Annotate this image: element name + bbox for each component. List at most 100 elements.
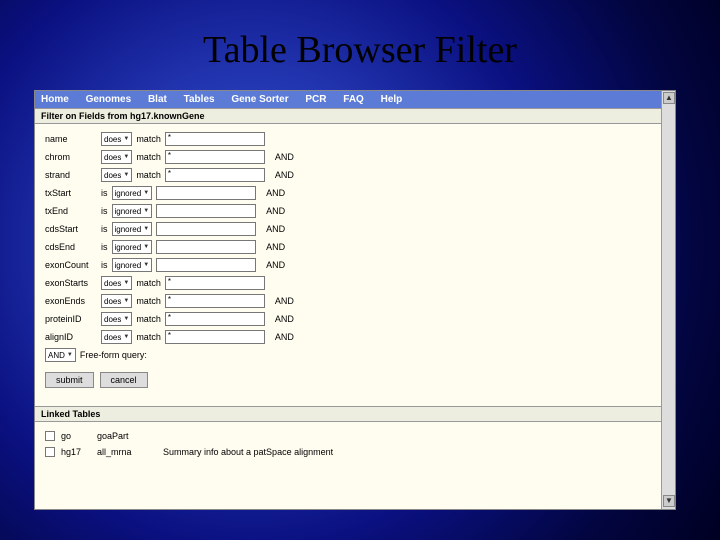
and-label: AND bbox=[266, 242, 285, 252]
chevron-down-icon: ▼ bbox=[123, 172, 129, 178]
and-label: AND bbox=[266, 260, 285, 270]
chevron-down-icon: ▼ bbox=[143, 190, 149, 196]
linked-table: goaPart bbox=[97, 431, 157, 441]
row-txstart: txStart is ignored▼ AND bbox=[45, 184, 651, 202]
select-does[interactable]: does▼ bbox=[101, 276, 132, 290]
row-name: name does▼ match * bbox=[45, 130, 651, 148]
select-does[interactable]: does▼ bbox=[101, 330, 132, 344]
label-cdsend: cdsEnd bbox=[45, 242, 97, 252]
chevron-down-icon: ▼ bbox=[143, 262, 149, 268]
linked-rows: go goaPart hg17 all_mrna Summary info ab… bbox=[35, 426, 661, 462]
input-alignid[interactable]: * bbox=[165, 330, 265, 344]
chevron-down-icon: ▼ bbox=[123, 316, 129, 322]
label-proteinid: proteinID bbox=[45, 314, 97, 324]
match-word: match bbox=[136, 170, 161, 180]
checkbox[interactable] bbox=[45, 431, 55, 441]
chevron-down-icon: ▼ bbox=[123, 280, 129, 286]
menu-blat[interactable]: Blat bbox=[148, 94, 167, 105]
select-ignored[interactable]: ignored▼ bbox=[112, 222, 153, 236]
input-cdsend[interactable] bbox=[156, 240, 256, 254]
label-exonstarts: exonStarts bbox=[45, 278, 97, 288]
menu-home[interactable]: Home bbox=[41, 94, 69, 105]
input-name[interactable]: * bbox=[165, 132, 265, 146]
linked-db: go bbox=[61, 431, 91, 441]
input-txstart[interactable] bbox=[156, 186, 256, 200]
chevron-down-icon: ▼ bbox=[143, 208, 149, 214]
chevron-down-icon: ▼ bbox=[143, 226, 149, 232]
row-cdsend: cdsEnd is ignored▼ AND bbox=[45, 238, 651, 256]
select-does[interactable]: does▼ bbox=[101, 150, 132, 164]
match-word: match bbox=[136, 296, 161, 306]
linked-header: Linked Tables bbox=[35, 406, 661, 422]
row-cdsstart: cdsStart is ignored▼ AND bbox=[45, 220, 651, 238]
is-word: is bbox=[101, 242, 108, 252]
menu-genomes[interactable]: Genomes bbox=[86, 94, 132, 105]
select-ignored[interactable]: ignored▼ bbox=[112, 204, 153, 218]
chevron-down-icon: ▼ bbox=[123, 334, 129, 340]
chevron-down-icon: ▼ bbox=[67, 352, 73, 358]
select-does[interactable]: does▼ bbox=[101, 294, 132, 308]
label-strand: strand bbox=[45, 170, 97, 180]
label-exonends: exonEnds bbox=[45, 296, 97, 306]
input-exonstarts[interactable]: * bbox=[165, 276, 265, 290]
label-exoncount: exonCount bbox=[45, 260, 97, 270]
input-chrom[interactable]: * bbox=[165, 150, 265, 164]
menu-tables[interactable]: Tables bbox=[184, 94, 215, 105]
row-exoncount: exonCount is ignored▼ AND bbox=[45, 256, 651, 274]
match-word: match bbox=[136, 134, 161, 144]
filter-rows: name does▼ match * chrom does▼ match * A… bbox=[35, 128, 661, 366]
match-word: match bbox=[136, 332, 161, 342]
label-name: name bbox=[45, 134, 97, 144]
label-txend: txEnd bbox=[45, 206, 97, 216]
submit-button[interactable]: submit bbox=[45, 372, 94, 388]
and-label: AND bbox=[275, 170, 294, 180]
menu-help[interactable]: Help bbox=[381, 94, 403, 105]
and-label: AND bbox=[275, 332, 294, 342]
row-freeform: AND▼ Free-form query: bbox=[45, 346, 651, 364]
row-exonends: exonEnds does▼ match * AND bbox=[45, 292, 651, 310]
select-ignored[interactable]: ignored▼ bbox=[112, 258, 153, 272]
checkbox[interactable] bbox=[45, 447, 55, 457]
input-exonends[interactable]: * bbox=[165, 294, 265, 308]
row-alignid: alignID does▼ match * AND bbox=[45, 328, 651, 346]
menu-pcr[interactable]: PCR bbox=[305, 94, 326, 105]
buttons-row: submit cancel bbox=[35, 366, 661, 398]
menu-gene-sorter[interactable]: Gene Sorter bbox=[231, 94, 288, 105]
select-ignored[interactable]: ignored▼ bbox=[112, 240, 153, 254]
chevron-down-icon: ▼ bbox=[123, 136, 129, 142]
cancel-button[interactable]: cancel bbox=[100, 372, 148, 388]
menu-bar: Home Genomes Blat Tables Gene Sorter PCR… bbox=[35, 91, 661, 108]
select-does[interactable]: does▼ bbox=[101, 312, 132, 326]
chevron-down-icon: ▼ bbox=[123, 298, 129, 304]
linked-db: hg17 bbox=[61, 447, 91, 457]
match-word: match bbox=[136, 314, 161, 324]
select-and[interactable]: AND▼ bbox=[45, 348, 76, 362]
input-proteinid[interactable]: * bbox=[165, 312, 265, 326]
select-does[interactable]: does▼ bbox=[101, 168, 132, 182]
label-alignid: alignID bbox=[45, 332, 97, 342]
scroll-up-icon[interactable]: ▲ bbox=[663, 92, 675, 104]
is-word: is bbox=[101, 260, 108, 270]
label-txstart: txStart bbox=[45, 188, 97, 198]
input-cdsstart[interactable] bbox=[156, 222, 256, 236]
linked-desc: Summary info about a patSpace alignment bbox=[163, 447, 333, 457]
freeform-label: Free-form query: bbox=[80, 350, 147, 360]
filter-header: Filter on Fields from hg17.knownGene bbox=[35, 108, 661, 124]
input-strand[interactable]: * bbox=[165, 168, 265, 182]
row-txend: txEnd is ignored▼ AND bbox=[45, 202, 651, 220]
chevron-down-icon: ▼ bbox=[143, 244, 149, 250]
label-chrom: chrom bbox=[45, 152, 97, 162]
linked-row: hg17 all_mrna Summary info about a patSp… bbox=[45, 444, 651, 460]
linked-table: all_mrna bbox=[97, 447, 157, 457]
select-does[interactable]: does▼ bbox=[101, 132, 132, 146]
row-exonstarts: exonStarts does▼ match * bbox=[45, 274, 651, 292]
row-proteinid: proteinID does▼ match * AND bbox=[45, 310, 651, 328]
vertical-scrollbar[interactable]: ▲ ▼ bbox=[661, 91, 675, 509]
browser-window: Home Genomes Blat Tables Gene Sorter PCR… bbox=[34, 90, 676, 510]
input-txend[interactable] bbox=[156, 204, 256, 218]
menu-faq[interactable]: FAQ bbox=[343, 94, 364, 105]
match-word: match bbox=[136, 152, 161, 162]
scroll-down-icon[interactable]: ▼ bbox=[663, 495, 675, 507]
input-exoncount[interactable] bbox=[156, 258, 256, 272]
select-ignored[interactable]: ignored▼ bbox=[112, 186, 153, 200]
